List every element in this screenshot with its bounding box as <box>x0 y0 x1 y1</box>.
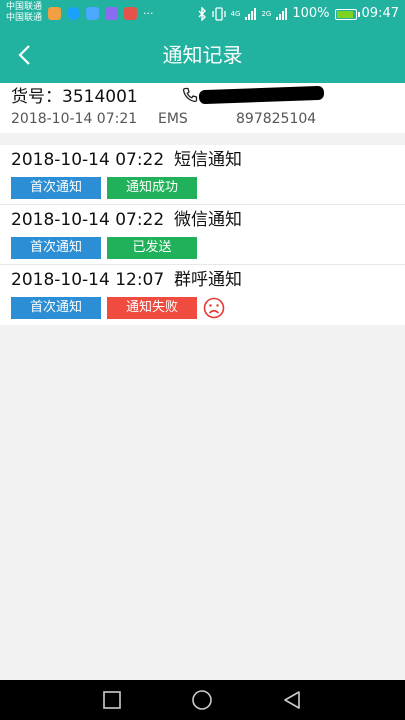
recent-apps-icon[interactable] <box>101 689 123 711</box>
title-bar: 通知记录 <box>0 28 405 83</box>
network-2g-label: 2G <box>261 10 272 18</box>
battery-percent: 100% <box>292 6 330 21</box>
back-triangle-icon[interactable] <box>281 689 303 711</box>
status-badge: 通知失败 <box>107 297 197 319</box>
clock: 09:47 <box>361 6 399 21</box>
first-notice-tag: 首次通知 <box>11 297 101 319</box>
first-notice-tag: 首次通知 <box>11 177 101 199</box>
record-type: 微信通知 <box>174 210 242 230</box>
phone-icon <box>182 87 198 103</box>
record-type: 短信通知 <box>174 150 242 170</box>
status-badge: 已发送 <box>107 237 197 259</box>
huawei-app-icon <box>124 7 137 20</box>
status-bar: 中国联通 中国联通 ··· 4G 2G 100% 09:47 <box>0 0 405 28</box>
signal-2-icon <box>276 8 288 20</box>
order-carrier: EMS <box>158 111 188 127</box>
first-notice-tag: 首次通知 <box>11 237 101 259</box>
redacted-phone <box>198 85 325 105</box>
bluetooth-icon <box>198 7 206 21</box>
sad-face-icon <box>203 297 225 319</box>
list-item[interactable]: 2018-10-14 07:22 微信通知 首次通知 已发送 <box>0 205 405 265</box>
app-notification-icon <box>48 7 61 20</box>
carrier-2: 中国联通 <box>6 13 43 23</box>
notification-list: 2018-10-14 07:22 短信通知 首次通知 通知成功 2018-10-… <box>0 145 405 325</box>
tracking-number: 897825104 <box>236 111 317 127</box>
signal-1-icon <box>245 8 257 20</box>
page-title: 通知记录 <box>162 43 243 67</box>
send-app-icon <box>86 7 99 20</box>
more-notifications: ··· <box>143 7 154 20</box>
browser-app-icon <box>105 7 118 20</box>
notification-icons: ··· <box>48 7 154 20</box>
record-time: 2018-10-14 07:22 <box>11 210 165 230</box>
status-badge: 通知成功 <box>107 177 197 199</box>
status-right: 4G 2G 100% 09:47 <box>197 6 399 22</box>
home-icon[interactable] <box>191 689 213 711</box>
order-datetime: 2018-10-14 07:21 <box>11 111 138 127</box>
order-number: 货号：3514001 <box>11 87 138 107</box>
system-nav-bar <box>0 680 405 720</box>
message-app-icon <box>67 7 80 20</box>
order-info: 货号：3514001 2018-10-14 07:21 EMS 89782510… <box>0 83 405 133</box>
phone-number[interactable] <box>182 85 325 105</box>
vibrate-icon <box>211 7 226 21</box>
battery-icon <box>334 8 360 20</box>
carrier-1: 中国联通 <box>6 2 43 12</box>
record-time: 2018-10-14 07:22 <box>11 150 165 170</box>
list-item[interactable]: 2018-10-14 12:07 群呼通知 首次通知 通知失败 <box>0 265 405 325</box>
record-type: 群呼通知 <box>174 270 242 290</box>
network-4g-label: 4G <box>230 10 241 18</box>
carrier-labels: 中国联通 中国联通 <box>6 2 42 24</box>
list-item[interactable]: 2018-10-14 07:22 短信通知 首次通知 通知成功 <box>0 145 405 205</box>
record-time: 2018-10-14 12:07 <box>11 270 165 290</box>
